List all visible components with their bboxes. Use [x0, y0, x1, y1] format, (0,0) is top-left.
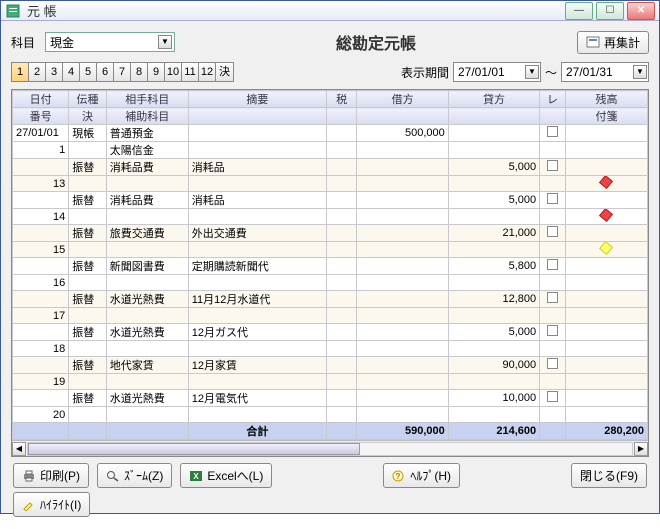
month-tab[interactable]: 10	[165, 63, 182, 81]
horizontal-scrollbar[interactable]: ◀ ▶	[12, 440, 648, 456]
table-row[interactable]: 13	[13, 176, 648, 192]
table-row[interactable]: 27/01/01現帳普通預金500,000	[13, 125, 648, 142]
column-header: 相手科目	[106, 91, 188, 108]
month-tab[interactable]: 7	[114, 63, 131, 81]
close-f9-button[interactable]: 閉じる(F9)	[571, 463, 647, 488]
column-header: 残高	[565, 91, 647, 108]
pin-icon	[599, 209, 613, 223]
titlebar: 元 帳 — ☐ ✕	[1, 1, 659, 21]
calc-icon	[586, 36, 600, 48]
app-icon	[5, 3, 21, 19]
page-title: 総勘定元帳	[175, 30, 577, 54]
column-header	[326, 108, 356, 125]
recalc-label: 再集計	[604, 34, 640, 51]
month-tab[interactable]: 5	[80, 63, 97, 81]
month-selector[interactable]: 123456789101112決	[11, 62, 234, 82]
chevron-down-icon: ▼	[525, 65, 539, 79]
month-tab[interactable]: 4	[63, 63, 80, 81]
chevron-down-icon: ▼	[633, 65, 647, 79]
column-header	[357, 108, 448, 125]
period-to[interactable]: 27/01/31 ▼	[561, 62, 649, 82]
column-header	[188, 108, 326, 125]
table-row[interactable]: 20	[13, 407, 648, 423]
column-header: 税	[326, 91, 356, 108]
month-tab[interactable]: 6	[97, 63, 114, 81]
table-row[interactable]: 17	[13, 308, 648, 324]
subject-combo[interactable]: 現金 ▼	[45, 32, 175, 52]
column-header: 摘要	[188, 91, 326, 108]
zoom-button[interactable]: ｽﾞｰﾑ(Z)	[97, 463, 172, 488]
help-icon: ?	[392, 470, 406, 482]
ledger-table: 日付伝種相手科目摘要税借方貸方レ残高番号決補助科目 付箋 27/01/01現帳普通…	[12, 90, 648, 440]
pin-icon	[599, 176, 613, 190]
table-row[interactable]: 振替地代家賃12月家賃90,000	[13, 357, 648, 374]
scroll-right-icon[interactable]: ▶	[634, 442, 648, 456]
table-row[interactable]: 振替水道光熱費12月電気代10,000	[13, 390, 648, 407]
month-tab[interactable]: 決	[216, 63, 233, 81]
printer-icon	[22, 470, 36, 482]
highlight-icon	[22, 499, 36, 511]
recalc-button[interactable]: 再集計	[577, 31, 649, 54]
month-tab[interactable]: 9	[148, 63, 165, 81]
month-tab[interactable]: 3	[46, 63, 63, 81]
minimize-button[interactable]: —	[565, 2, 593, 20]
pin-icon	[599, 242, 613, 256]
month-tab[interactable]: 8	[131, 63, 148, 81]
table-row[interactable]: 振替消耗品費消耗品5,000	[13, 159, 648, 176]
column-header: レ	[540, 91, 566, 108]
close-button[interactable]: ✕	[627, 2, 655, 20]
table-row[interactable]: 15	[13, 242, 648, 258]
table-row[interactable]: 16	[13, 275, 648, 291]
column-header: 日付	[13, 91, 69, 108]
maximize-button[interactable]: ☐	[596, 2, 624, 20]
ledger-grid: 日付伝種相手科目摘要税借方貸方レ残高番号決補助科目 付箋 27/01/01現帳普通…	[11, 89, 649, 457]
scroll-left-icon[interactable]: ◀	[12, 442, 26, 456]
column-header	[448, 108, 539, 125]
column-header: 貸方	[448, 91, 539, 108]
print-button[interactable]: 印刷(P)	[13, 463, 89, 488]
window: 元 帳 — ☐ ✕ 科目 現金 ▼ 総勘定元帳 再集計 123456789101…	[0, 0, 660, 514]
column-header: 補助科目	[106, 108, 188, 125]
subject-label: 科目	[11, 34, 35, 51]
column-header	[540, 108, 566, 125]
table-row[interactable]: 振替水道光熱費12月ガス代5,000	[13, 324, 648, 341]
column-header: 番号	[13, 108, 69, 125]
table-row[interactable]: 振替消耗品費消耗品5,000	[13, 192, 648, 209]
svg-text:?: ?	[396, 472, 401, 481]
zoom-icon	[106, 470, 120, 482]
month-tab[interactable]: 2	[29, 63, 46, 81]
period-from[interactable]: 27/01/01 ▼	[453, 62, 541, 82]
excel-button[interactable]: X Excelへ(L)	[180, 463, 272, 488]
column-header: 借方	[357, 91, 448, 108]
window-title: 元 帳	[27, 1, 565, 20]
table-row[interactable]: 振替新聞図書費定期購読新聞代5,800	[13, 258, 648, 275]
highlight-button[interactable]: ﾊｲﾗｲﾄ(I)	[13, 492, 90, 517]
total-row: 合計590,000214,600280,200	[13, 423, 648, 440]
table-row[interactable]: 振替水道光熱費11月12月水道代12,800	[13, 291, 648, 308]
help-button[interactable]: ? ﾍﾙﾌﾟ(H)	[383, 463, 460, 488]
column-header: 伝種	[69, 91, 106, 108]
table-row[interactable]: 18	[13, 341, 648, 357]
subject-value: 現金	[50, 34, 74, 51]
chevron-down-icon: ▼	[158, 35, 172, 49]
svg-text:X: X	[194, 472, 200, 481]
table-row[interactable]: 1太陽信金	[13, 142, 648, 159]
column-header: 付箋	[565, 108, 647, 125]
month-tab[interactable]: 11	[182, 63, 199, 81]
table-row[interactable]: 振替旅費交通費外出交通費21,000	[13, 225, 648, 242]
excel-icon: X	[189, 470, 203, 482]
table-row[interactable]: 14	[13, 209, 648, 225]
period-label: 表示期間	[401, 64, 449, 81]
column-header: 決	[69, 108, 106, 125]
table-row[interactable]: 19	[13, 374, 648, 390]
period-sep: 〜	[545, 64, 557, 81]
month-tab[interactable]: 12	[199, 63, 216, 81]
month-tab[interactable]: 1	[12, 63, 29, 81]
